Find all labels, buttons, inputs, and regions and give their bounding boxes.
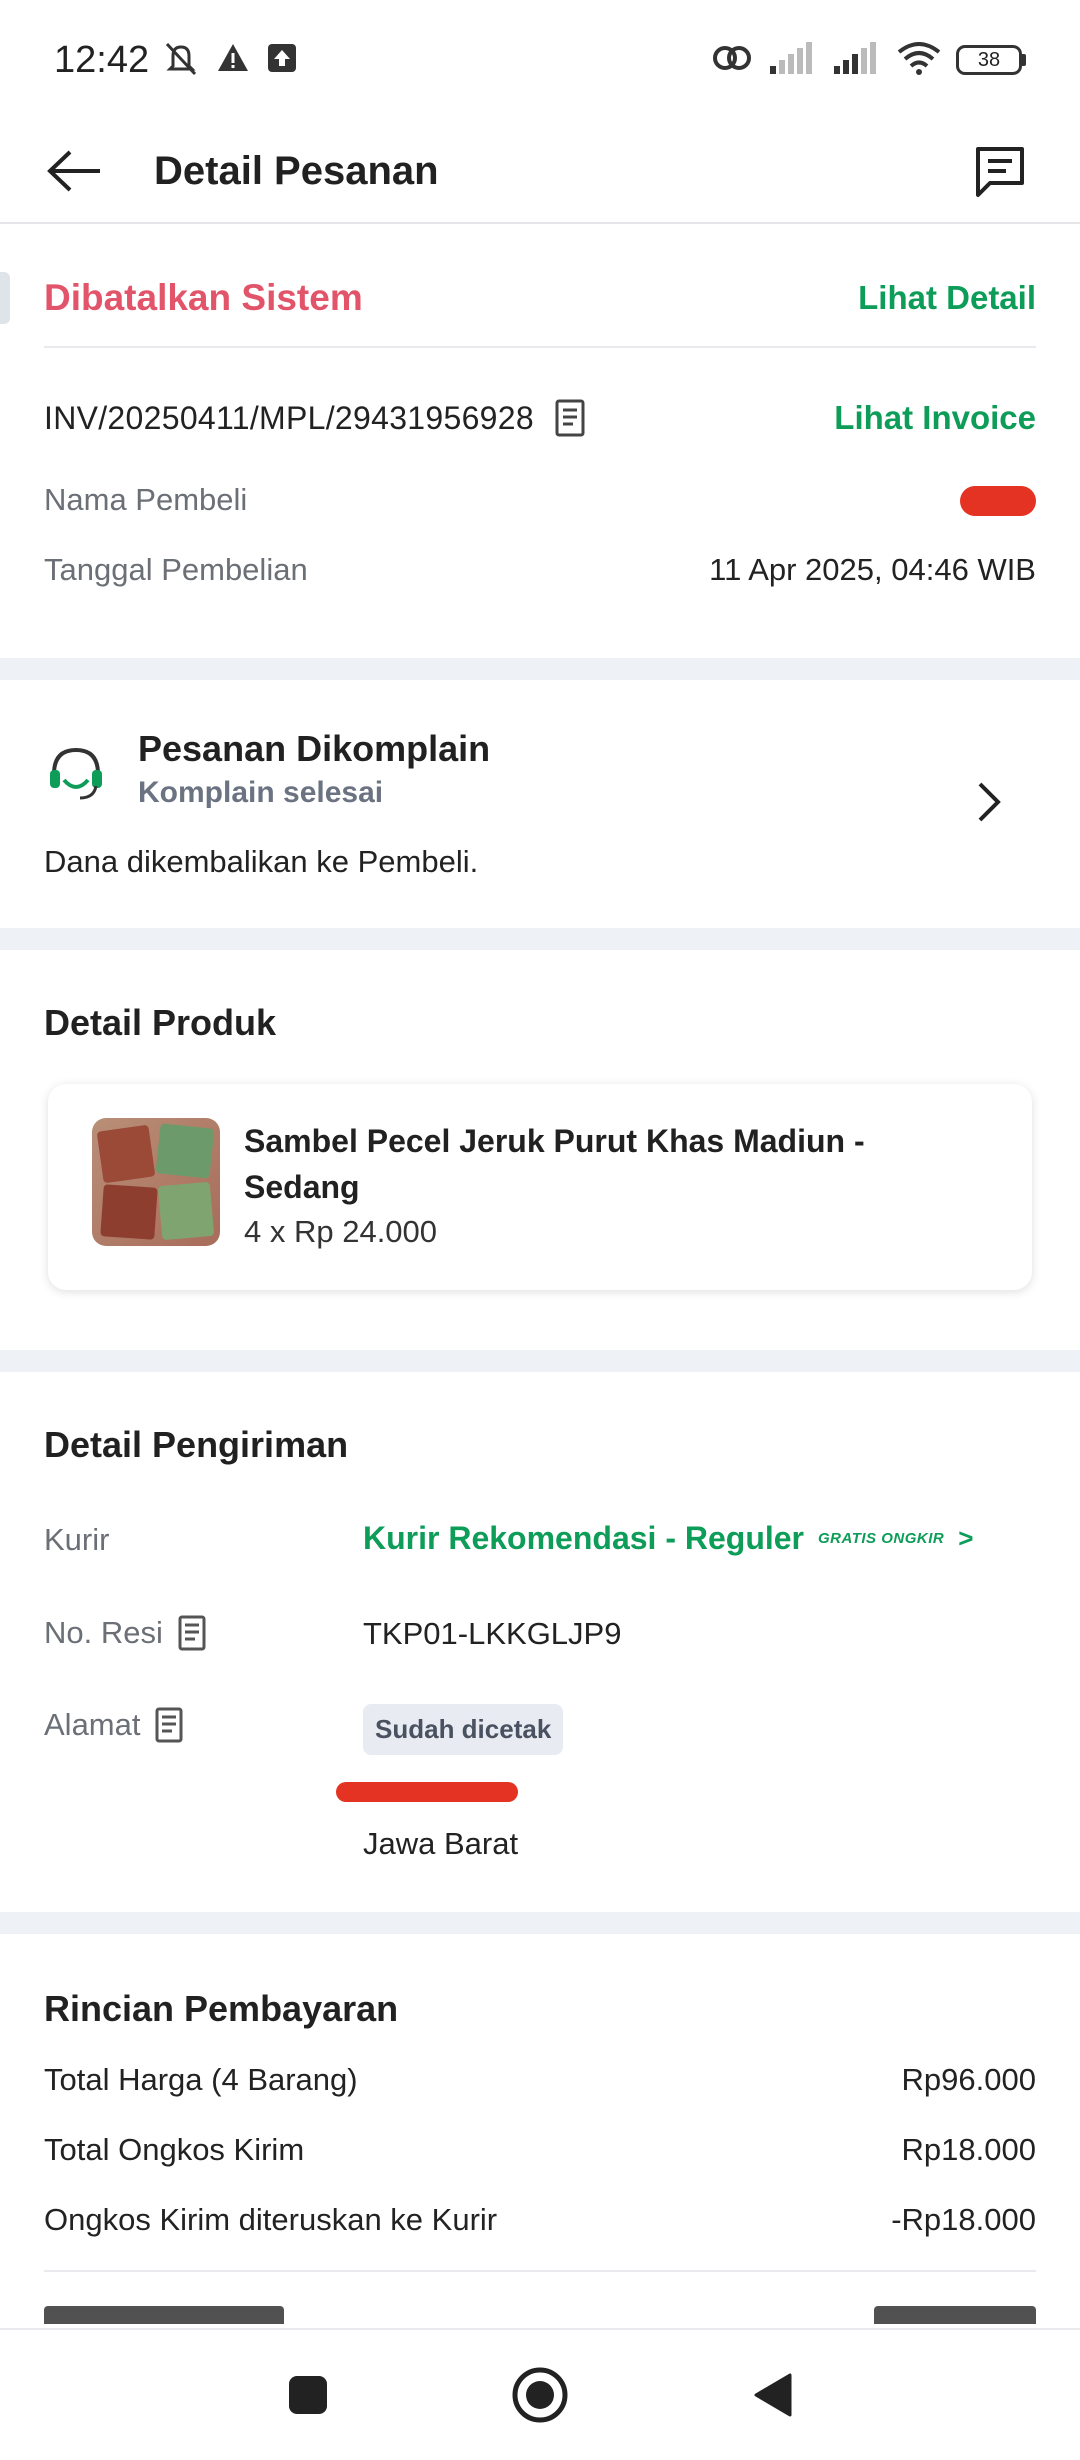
- see-invoice-link[interactable]: Lihat Invoice: [834, 399, 1036, 437]
- courier-label: Kurir: [44, 1522, 110, 1557]
- buyer-label: Nama Pembeli: [44, 482, 248, 517]
- payment-row-amount: Rp18.000: [901, 2132, 1036, 2167]
- copy-icon[interactable]: [154, 1706, 184, 1744]
- free-shipping-badge: GRATIS ONGKIR: [818, 1530, 945, 1547]
- arrow-left-icon: [47, 150, 100, 192]
- product-name-line1: Sambel Pecel Jeruk Purut Khas Madiun -: [244, 1123, 865, 1159]
- complaint-description: Dana dikembalikan ke Pembeli.: [44, 844, 479, 879]
- divider-line: [44, 346, 1036, 348]
- system-nav-bar: [0, 2328, 1080, 2460]
- courier-value-row[interactable]: Kurir Rekomendasi - Reguler GRATIS ONGKI…: [363, 1520, 973, 1557]
- invoice-row: INV/20250411/MPL/29431956928 Lihat Invoi…: [44, 392, 1036, 444]
- address-label-wrap: Alamat: [44, 1706, 184, 1744]
- section-divider: [0, 1350, 1080, 1372]
- complaint-title: Pesanan Dikomplain: [138, 728, 491, 769]
- payment-row-amount: -Rp18.000: [891, 2202, 1036, 2237]
- date-row: Tanggal Pembelian 11 Apr 2025, 04:46 WIB: [44, 546, 1036, 594]
- date-value: 11 Apr 2025, 04:46 WIB: [709, 552, 1036, 587]
- payment-row-label: Total Harga (4 Barang): [44, 2062, 358, 2097]
- payment-row: Total Harga (4 Barang) Rp96.000: [44, 2062, 1036, 2098]
- shipping-heading: Detail Pengiriman: [44, 1424, 349, 1465]
- signal-icon: [768, 40, 818, 81]
- chevron-right-icon: [976, 780, 1002, 829]
- side-tab: [0, 272, 10, 324]
- square-icon: [289, 2376, 327, 2414]
- status-bar: 12:42 38: [0, 0, 1080, 120]
- product-image: [92, 1118, 220, 1246]
- triangle-back-icon: [754, 2373, 792, 2417]
- headset-icon: [44, 740, 108, 809]
- divider-line: [44, 2270, 1036, 2272]
- address-province-wrap: Jawa Barat: [363, 1826, 518, 1862]
- resi-label-wrap: No. Resi: [44, 1614, 207, 1652]
- order-status: Dibatalkan Sistem: [44, 277, 363, 318]
- mute-icon: [161, 38, 201, 83]
- section-divider: [0, 1912, 1080, 1934]
- payment-row-label: Ongkos Kirim diteruskan ke Kurir: [44, 2202, 498, 2237]
- payment-row: Total Ongkos Kirim Rp18.000: [44, 2132, 1036, 2168]
- warning-icon: [215, 40, 251, 81]
- circle-icon: [512, 2367, 568, 2423]
- resi-label: No. Resi: [44, 1615, 163, 1650]
- copy-icon[interactable]: [177, 1614, 207, 1652]
- product-quantity-price: 4 x Rp 24.000: [244, 1214, 438, 1249]
- status-row: Dibatalkan Sistem Lihat Detail: [44, 272, 1036, 324]
- section-divider: [0, 928, 1080, 950]
- link-icon: [710, 40, 754, 81]
- back-button[interactable]: [44, 141, 104, 201]
- home-button[interactable]: [508, 2363, 572, 2427]
- recents-button[interactable]: [276, 2363, 340, 2427]
- resi-value: TKP01-LKKGLJP9: [363, 1616, 622, 1651]
- product-card[interactable]: Sambel Pecel Jeruk Purut Khas Madiun - S…: [48, 1084, 1032, 1290]
- total-row-clipped: [44, 2306, 1036, 2324]
- see-detail-link[interactable]: Lihat Detail: [858, 279, 1036, 317]
- courier-value: Kurir Rekomendasi - Reguler: [363, 1520, 804, 1556]
- payment-row: Ongkos Kirim diteruskan ke Kurir -Rp18.0…: [44, 2202, 1036, 2238]
- resi-value-wrap: TKP01-LKKGLJP9: [363, 1616, 621, 1652]
- section-divider: [0, 658, 1080, 680]
- redaction-mark: [960, 486, 1036, 516]
- complaint-section[interactable]: Pesanan Dikomplain Komplain selesai Dana…: [0, 680, 1080, 928]
- courier-chevron: >: [958, 1523, 974, 1553]
- chat-button[interactable]: [964, 135, 1036, 207]
- chat-icon: [976, 147, 1024, 197]
- printed-badge: Sudah dicetak: [363, 1704, 564, 1755]
- invoice-number: INV/20250411/MPL/29431956928: [44, 399, 534, 436]
- complaint-status: Komplain selesai: [138, 776, 384, 809]
- payment-row-label: Total Ongkos Kirim: [44, 2132, 305, 2167]
- copy-icon[interactable]: [554, 398, 586, 438]
- redaction-mark: [336, 1782, 518, 1802]
- courier-label-wrap: Kurir: [44, 1522, 109, 1558]
- app-header: Detail Pesanan: [0, 120, 1080, 224]
- payment-heading: Rincian Pembayaran: [44, 1988, 399, 2029]
- date-label: Tanggal Pembelian: [44, 552, 308, 587]
- product-name-line2: Sedang: [244, 1169, 360, 1205]
- payment-row-amount: Rp96.000: [901, 2062, 1036, 2097]
- buyer-row: Nama Pembeli: [44, 476, 1036, 524]
- address-label: Alamat: [44, 1707, 141, 1742]
- address-province: Jawa Barat: [363, 1826, 519, 1861]
- back-nav-button[interactable]: [740, 2363, 804, 2427]
- upload-icon: [265, 41, 299, 80]
- wifi-icon: [896, 40, 942, 81]
- product-heading: Detail Produk: [44, 1002, 277, 1043]
- status-time: 12:42: [54, 38, 150, 81]
- battery-indicator: 38: [956, 45, 1026, 75]
- signal-icon-2: [832, 40, 882, 81]
- page-title: Detail Pesanan: [154, 148, 439, 193]
